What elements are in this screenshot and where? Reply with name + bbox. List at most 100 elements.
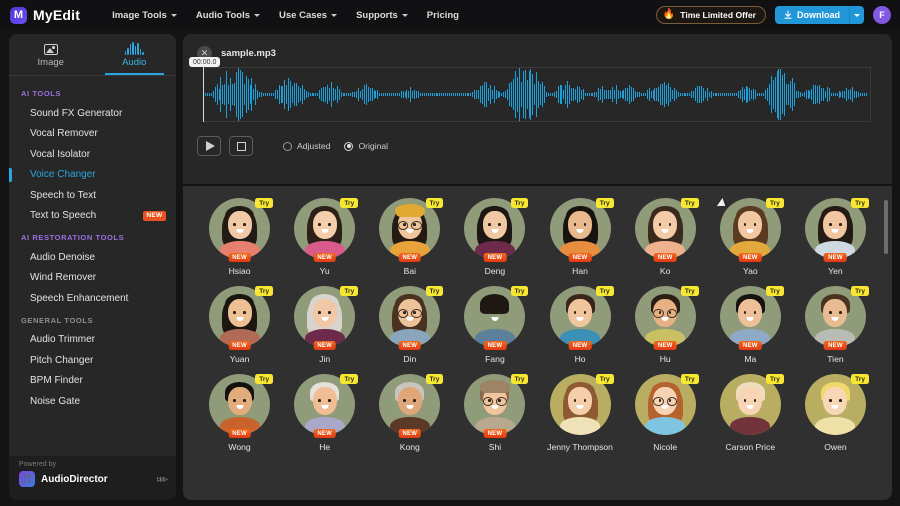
avatar[interactable]: Try NEW <box>549 286 614 350</box>
avatar[interactable]: Try NEW <box>804 286 869 350</box>
try-badge[interactable]: Try <box>851 286 869 296</box>
try-badge[interactable]: Try <box>510 374 529 384</box>
play-button[interactable] <box>197 136 221 156</box>
account-avatar[interactable]: F <box>873 6 891 24</box>
voice-card[interactable]: Try NEW Deng <box>452 198 537 276</box>
voice-card[interactable]: Try NEW Wong <box>197 374 282 452</box>
try-badge[interactable]: Try <box>680 198 699 208</box>
download-button[interactable]: Download <box>775 6 849 24</box>
voice-card[interactable]: Try NEW Hu <box>623 286 708 364</box>
sidebar-item-noise-gate[interactable]: Noise Gate <box>9 391 176 412</box>
avatar[interactable]: Try NEW <box>634 198 699 262</box>
try-badge[interactable]: Try <box>680 286 699 296</box>
voice-grid-scrollbar[interactable] <box>884 200 888 254</box>
voice-card[interactable]: Try NEW Jin <box>282 286 367 364</box>
try-badge[interactable]: Try <box>766 198 784 208</box>
download-button-group[interactable]: Download <box>775 6 864 24</box>
try-badge[interactable]: Try <box>680 374 699 384</box>
try-badge[interactable]: Try <box>595 374 614 384</box>
nav-item-supports[interactable]: Supports <box>356 10 408 21</box>
waveform-box[interactable] <box>203 67 871 122</box>
try-badge[interactable]: Try <box>425 286 444 296</box>
stop-button[interactable] <box>229 136 253 156</box>
try-badge[interactable]: Try <box>510 286 529 296</box>
sidebar-item-speech-enhancement[interactable]: Speech Enhancement <box>9 288 176 309</box>
chevrons-right-icon[interactable]: ▹▹▹ <box>157 474 168 485</box>
try-badge[interactable]: Try <box>255 198 274 208</box>
brand[interactable]: M MyEdit <box>10 6 80 24</box>
avatar[interactable]: Try NEW <box>464 286 529 350</box>
sidebar-item-text-to-speech[interactable]: Text to Speech NEW <box>9 206 176 227</box>
nav-item-use-cases[interactable]: Use Cases <box>279 10 338 21</box>
avatar[interactable]: Try NEW <box>209 286 274 350</box>
voice-card[interactable]: Try NEW Bai <box>367 198 452 276</box>
playhead[interactable] <box>203 67 204 122</box>
nav-item-pricing[interactable]: Pricing <box>427 10 459 21</box>
nav-item-image-tools[interactable]: Image Tools <box>112 10 177 21</box>
waveform-area[interactable]: 00:00.0 <box>189 57 883 122</box>
voice-card[interactable]: Try NEW Yen <box>793 198 878 276</box>
try-badge[interactable]: Try <box>425 374 444 384</box>
voice-card[interactable]: Try NEW Din <box>367 286 452 364</box>
try-badge[interactable]: Try <box>595 198 614 208</box>
try-badge[interactable]: Try <box>255 286 274 296</box>
avatar[interactable]: Try NEW <box>464 374 529 438</box>
voice-card[interactable]: Try NEW Kong <box>367 374 452 452</box>
voice-card[interactable]: Try NEW Yu <box>282 198 367 276</box>
avatar[interactable]: Try <box>719 374 784 435</box>
voice-card[interactable]: Try NEW Shi <box>452 374 537 452</box>
sidebar-item-voice-changer[interactable]: Voice Changer <box>9 165 176 186</box>
voice-card[interactable]: Try NEW Yuan <box>197 286 282 364</box>
voice-card[interactable]: Try NEW Ma <box>708 286 793 364</box>
try-badge[interactable]: Try <box>340 374 359 384</box>
powered-by-panel[interactable]: Powered by 🎵 AudioDirector ▹▹▹ <box>9 456 176 500</box>
avatar[interactable]: Try NEW <box>379 286 444 350</box>
voice-card[interactable]: Try NEW Fang <box>452 286 537 364</box>
voice-card[interactable]: Try NEW Tien <box>793 286 878 364</box>
voice-card[interactable]: Try NEW Ko <box>623 198 708 276</box>
radio-original[interactable]: Original <box>344 141 388 151</box>
sidebar-item-bpm-finder[interactable]: BPM Finder <box>9 371 176 392</box>
nav-item-audio-tools[interactable]: Audio Tools <box>196 10 261 21</box>
tab-image[interactable]: Image <box>9 34 93 75</box>
avatar[interactable]: Try NEW <box>379 198 444 262</box>
avatar[interactable]: Try NEW <box>719 198 784 262</box>
try-badge[interactable]: Try <box>255 374 274 384</box>
avatar[interactable]: Try <box>634 374 699 435</box>
avatar[interactable]: Try NEW <box>294 374 359 438</box>
voice-card[interactable]: Try NEW Yao <box>708 198 793 276</box>
avatar[interactable]: Try <box>549 374 614 435</box>
sidebar-item-vocal-remover[interactable]: Vocal Remover <box>9 124 176 145</box>
download-dropdown-button[interactable] <box>849 6 864 24</box>
avatar[interactable]: Try NEW <box>209 198 274 262</box>
voice-card[interactable]: Try NEW Han <box>538 198 623 276</box>
avatar[interactable]: Try NEW <box>464 198 529 262</box>
voice-card[interactable]: Try NEW Ho <box>538 286 623 364</box>
voice-card[interactable]: Try Nicole <box>623 374 708 452</box>
sidebar-item-sound-fx-generator[interactable]: Sound FX Generator <box>9 103 176 124</box>
avatar[interactable]: Try NEW <box>294 198 359 262</box>
avatar[interactable]: Try NEW <box>209 374 274 438</box>
sidebar-item-vocal-isolator[interactable]: Vocal Isolator <box>9 144 176 165</box>
try-badge[interactable]: Try <box>340 198 359 208</box>
try-badge[interactable]: Try <box>851 198 869 208</box>
voice-card[interactable]: Try Jenny Thompson <box>538 374 623 452</box>
sidebar-item-pitch-changer[interactable]: Pitch Changer <box>9 350 176 371</box>
voice-card[interactable]: Try NEW He <box>282 374 367 452</box>
avatar[interactable]: Try NEW <box>804 198 869 262</box>
avatar[interactable]: Try <box>804 374 869 435</box>
voice-card[interactable]: Try Owen <box>793 374 878 452</box>
try-badge[interactable]: Try <box>766 374 784 384</box>
sidebar-item-wind-remover[interactable]: Wind Remover <box>9 268 176 289</box>
try-badge[interactable]: Try <box>595 286 614 296</box>
try-badge[interactable]: Try <box>340 286 359 296</box>
sidebar-item-audio-denoise[interactable]: Audio Denoise <box>9 247 176 268</box>
avatar[interactable]: Try NEW <box>719 286 784 350</box>
avatar[interactable]: Try NEW <box>379 374 444 438</box>
sidebar-item-speech-to-text[interactable]: Speech to Text <box>9 185 176 206</box>
avatar[interactable]: Try NEW <box>294 286 359 350</box>
tab-audio[interactable]: Audio <box>93 34 177 75</box>
voice-card[interactable]: Try Carson Price <box>708 374 793 452</box>
sidebar-item-audio-trimmer[interactable]: Audio Trimmer <box>9 330 176 351</box>
radio-adjusted[interactable]: Adjusted <box>283 141 330 151</box>
